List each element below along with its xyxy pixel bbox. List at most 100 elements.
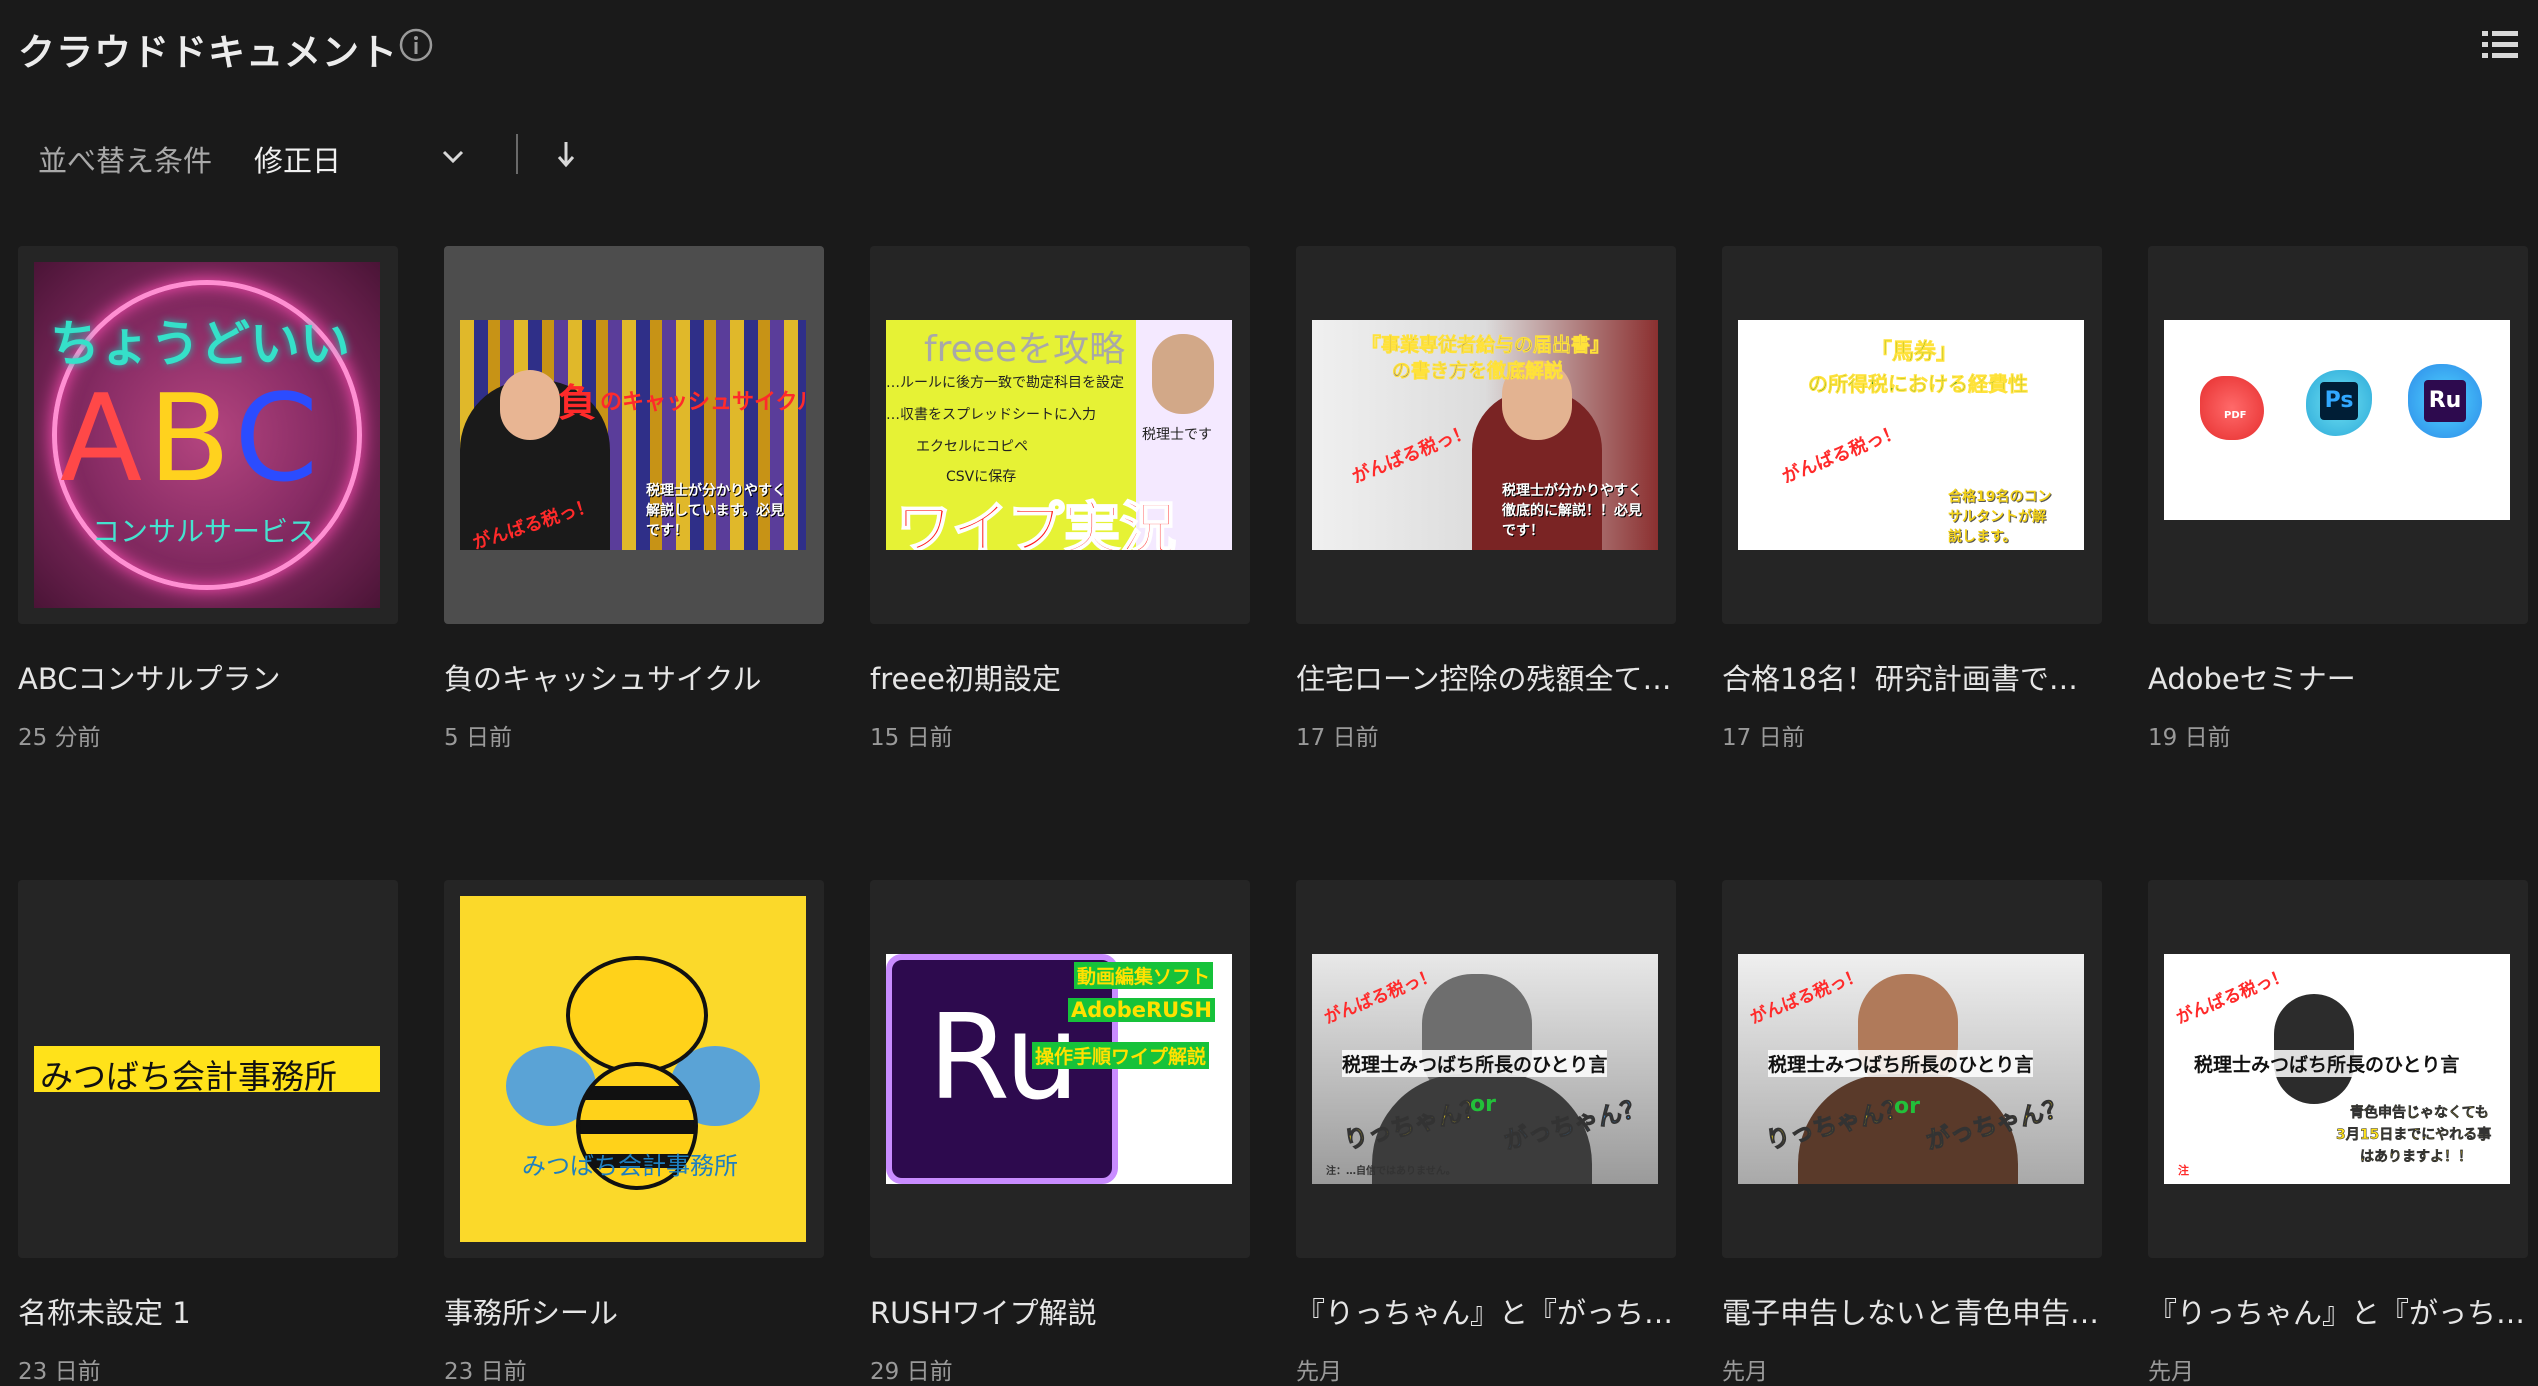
document-name: 負のキャッシュサイクル [444, 662, 762, 696]
rush-icon: Ru [2408, 364, 2482, 438]
document-name: freee初期設定 [870, 662, 1062, 696]
thumb-loan-tag: がんばる税っ！ [1349, 421, 1474, 488]
thumbnail-frame: がんばる税っ！ 税理士みつばち所長のひとり言 りっちゃん？ or がっちゃん？ [1722, 880, 2102, 1258]
thumb-cash-sub: のキャッシュサイクル [600, 390, 806, 415]
thumbnail-cash: 負 のキャッシュサイクル がんばる税っ！ 税理士が分かりやすく解説しています。必… [460, 320, 806, 550]
document-date: 先月 [1296, 1359, 1342, 1385]
thumb-freee-l3: エクセルにコピペ [916, 439, 1028, 455]
document-card[interactable]: 「馬券」 の所得税における経費性 がんばる税っ！ 合格19名のコンサルタントが解… [1722, 246, 2102, 751]
thumbnail-freee: freeeを攻略 …ルールに後方一致で勘定科目を設定 …収書をスプレッドシートに… [886, 320, 1232, 550]
document-date: 19 日前 [2148, 725, 2231, 751]
list-view-icon[interactable] [2480, 27, 2520, 63]
document-card[interactable]: PDF Ps Ru Adobeセミナー 19 日前 [2148, 246, 2528, 751]
thumb-rush-l2: AdobeRUSH [1068, 998, 1215, 1022]
thumbnail-mitsu: みつばち会計事務所 [34, 1046, 380, 1092]
sort-bar: 並べ替え条件 修正日 [0, 128, 900, 188]
document-date: 先月 [1722, 1359, 1768, 1385]
document-card[interactable]: がんばる税っ！ 税理士みつばち所長のひとり言 りっちゃん？ or がっちゃん？ … [1296, 880, 1676, 1385]
document-date: 5 日前 [444, 725, 512, 751]
photoshop-icon: Ps [2306, 370, 2372, 436]
thumb-bee-label: みつばち会計事務所 [522, 1152, 738, 1180]
document-card[interactable]: ちょうどいい ABC コンサルサービス ABCコンサルプラン 25 分前 [18, 246, 398, 751]
thumb-abc-line3: コンサルサービス [92, 515, 317, 548]
thumb-ricchan1-or: or [1470, 1092, 1496, 1117]
document-name: ABCコンサルプラン [18, 662, 281, 696]
thumb-horse-tag: がんばる税っ！ [1779, 421, 1904, 488]
page-title: クラウドドキュメント [18, 31, 398, 74]
thumb-freee-l2: …収書をスプレッドシートに入力 [886, 407, 1096, 423]
document-date: 23 日前 [18, 1359, 101, 1385]
header-bar: クラウドドキュメント [0, 0, 2538, 95]
thumb-horse-note: 合格19名のコンサルタントが解説します。 [1948, 489, 2052, 545]
thumb-abc-line2: ABC [60, 370, 325, 509]
thumbnail-frame: 負 のキャッシュサイクル がんばる税っ！ 税理士が分かりやすく解説しています。必… [444, 246, 824, 624]
document-name: 住宅ローン控除の残額全て… [1296, 662, 1672, 696]
thumb-freee-big: ワイプ実況 [895, 496, 1177, 550]
document-card[interactable]: みつばち会計事務所 事務所シール 23 日前 [444, 880, 824, 1385]
thumb-freee-l4: CSVに保存 [946, 469, 1017, 485]
sort-dropdown[interactable]: 修正日 [252, 130, 482, 182]
sort-label: 並べ替え条件 [38, 144, 213, 178]
thumb-ricchan3-head: 税理士みつばち所長のひとり言 [2194, 1050, 2460, 1077]
thumb-rush-l1: 動画編集ソフト [1074, 962, 1214, 989]
document-card[interactable]: 負 のキャッシュサイクル がんばる税っ！ 税理士が分かりやすく解説しています。必… [444, 246, 824, 751]
thumbnail-adobe: PDF Ps Ru [2164, 320, 2510, 520]
thumb-horse-h1: 「馬券」 [1870, 340, 1959, 366]
document-name: RUSHワイプ解説 [870, 1296, 1097, 1330]
thumb-mitsu-label: みつばち会計事務所 [40, 1057, 337, 1092]
thumb-ricchan3-n3: はありますよ！！ [2360, 1149, 2473, 1166]
thumb-loan-h2: の書き方を徹底解説 [1392, 360, 1564, 383]
document-card[interactable]: がんばる税っ！ 税理士みつばち所長のひとり言 りっちゃん？ or がっちゃん？ … [1722, 880, 2102, 1385]
document-name: 合格18名！研究計画書で最… [1722, 662, 2102, 696]
thumbnail-frame: 『事業専従者給与の届出書』 の書き方を徹底解説 がんばる税っ！ 税理士が分かりや… [1296, 246, 1676, 624]
thumb-ricchan1-head: 税理士みつばち所長のひとり言 [1342, 1050, 1608, 1077]
info-icon[interactable] [398, 27, 434, 63]
thumb-freee-badge: 税理士です [1142, 427, 1212, 443]
thumbnail-ricchan3: がんばる税っ！ 税理士みつばち所長のひとり言 青色申告じゃなくても 3月15日ま… [2164, 954, 2510, 1184]
thumbnail-frame: ちょうどいい ABC コンサルサービス [18, 246, 398, 624]
thumb-abc-line1: ちょうどいい [50, 315, 350, 373]
document-name: 『りっちゃん』と『がっち… [2148, 1296, 2526, 1330]
thumb-cash-note: 税理士が分かりやすく解説しています。必見です！ [646, 483, 786, 539]
acrobat-pdf-icon: PDF [2200, 376, 2264, 440]
thumb-freee-l1: …ルールに後方一致で勘定科目を設定 [886, 375, 1124, 391]
thumb-freee-head: freeeを攻略 [924, 329, 1126, 370]
document-date: 25 分前 [18, 725, 101, 751]
thumbnail-ricchan2: がんばる税っ！ 税理士みつばち所長のひとり言 りっちゃん？ or がっちゃん？ [1738, 954, 2084, 1184]
thumb-cash-head: 負 [558, 381, 597, 425]
thumbnail-loan: 『事業専従者給与の届出書』 の書き方を徹底解説 がんばる税っ！ 税理士が分かりや… [1312, 320, 1658, 550]
document-name: 名称未設定 1 [18, 1296, 191, 1330]
thumb-horse-h2: の所得税における経費性 [1808, 372, 2029, 397]
thumbnail-frame: Ru 動画編集ソフト AdobeRUSH 操作手順ワイプ解説 [870, 880, 1250, 1258]
thumbnail-frame: freeeを攻略 …ルールに後方一致で勘定科目を設定 …収書をスプレッドシートに… [870, 246, 1250, 624]
thumb-ricchan3-n1: 青色申告じゃなくても [2350, 1105, 2489, 1122]
document-date: 17 日前 [1722, 725, 1805, 751]
document-date: 17 日前 [1296, 725, 1379, 751]
arrow-down-icon[interactable] [548, 134, 584, 174]
thumb-ricchan1-note: 注：…自信ではありません。 [1326, 1166, 1456, 1177]
thumbnail-frame: がんばる税っ！ 税理士みつばち所長のひとり言 青色申告じゃなくても 3月15日ま… [2148, 880, 2528, 1258]
thumbnail-abc: ちょうどいい ABC コンサルサービス [34, 262, 380, 608]
thumbnail-horse: 「馬券」 の所得税における経費性 がんばる税っ！ 合格19名のコンサルタントが解… [1738, 320, 2084, 550]
thumb-loan-h1: 『事業専従者給与の届出書』 [1362, 334, 1610, 357]
thumb-ricchan2-or: or [1894, 1094, 1920, 1119]
document-card[interactable]: 『事業専従者給与の届出書』 の書き方を徹底解説 がんばる税っ！ 税理士が分かりや… [1296, 246, 1676, 751]
document-date: 15 日前 [870, 725, 953, 751]
document-card[interactable]: freeeを攻略 …ルールに後方一致で勘定科目を設定 …収書をスプレッドシートに… [870, 246, 1250, 751]
thumbnail-rush: Ru 動画編集ソフト AdobeRUSH 操作手順ワイプ解説 [886, 954, 1232, 1184]
chevron-down-icon [442, 150, 464, 164]
document-card[interactable]: みつばち会計事務所 名称未設定 1 23 日前 [18, 880, 398, 1385]
thumb-ricchan2-head: 税理士みつばち所長のひとり言 [1768, 1050, 2034, 1077]
thumbnail-frame: みつばち会計事務所 [444, 880, 824, 1258]
thumb-rush-l3: 操作手順ワイプ解説 [1032, 1042, 1210, 1069]
document-date: 先月 [2148, 1359, 2194, 1385]
thumb-ricchan2-tag: がんばる税っ！ [1747, 965, 1866, 1029]
document-card[interactable]: Ru 動画編集ソフト AdobeRUSH 操作手順ワイプ解説 RUSHワイプ解説… [870, 880, 1250, 1385]
document-name: 電子申告しないと青色申告… [1722, 1296, 2100, 1330]
thumbnail-frame: みつばち会計事務所 [18, 880, 398, 1258]
thumbnail-bee: みつばち会計事務所 [460, 896, 806, 1242]
thumbnail-ricchan1: がんばる税っ！ 税理士みつばち所長のひとり言 りっちゃん？ or がっちゃん？ … [1312, 954, 1658, 1184]
document-card[interactable]: がんばる税っ！ 税理士みつばち所長のひとり言 青色申告じゃなくても 3月15日ま… [2148, 880, 2528, 1385]
thumb-ricchan3-n2: 3月15日までにやれる事 [2336, 1127, 2492, 1144]
document-name: 事務所シール [444, 1296, 619, 1330]
